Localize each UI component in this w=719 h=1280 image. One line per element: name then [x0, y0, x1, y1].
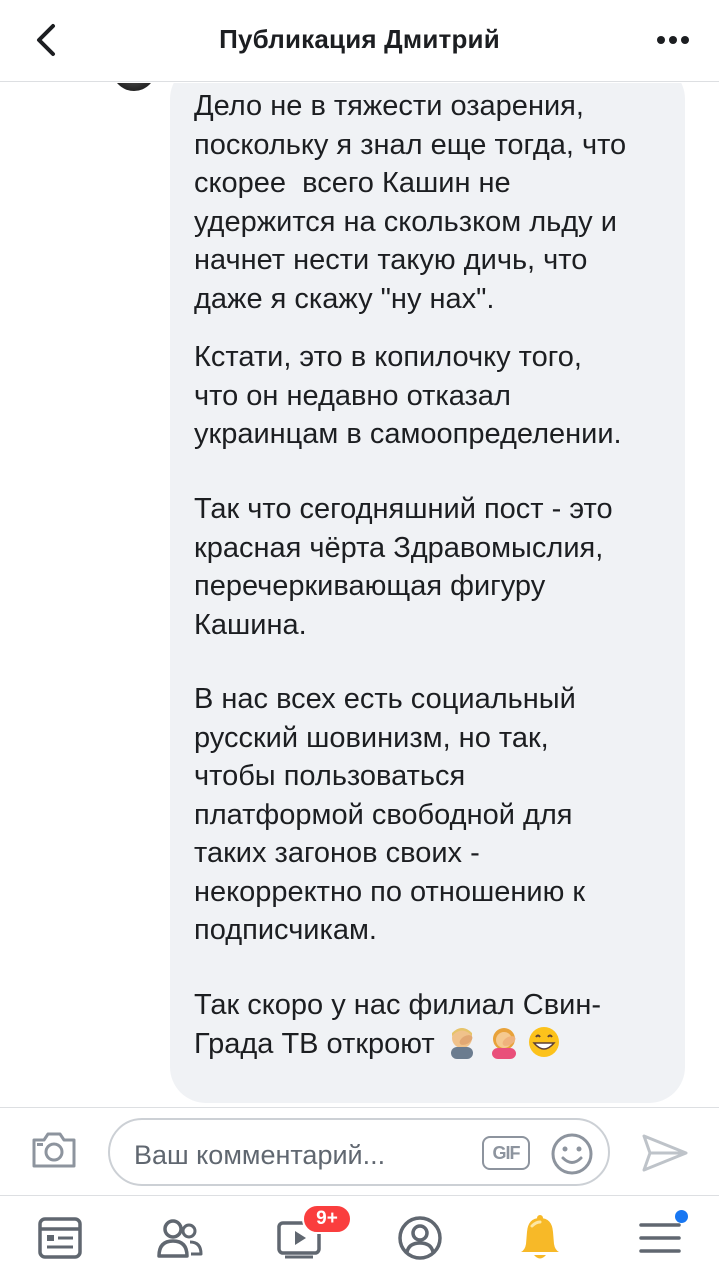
- tab-news-feed[interactable]: [32, 1210, 88, 1266]
- comment-bubble[interactable]: Дело не в тяжести озарения, поскольку я …: [170, 83, 685, 1103]
- comment-paragraph: Дело не в тяжести озарения, поскольку я …: [194, 90, 627, 315]
- watch-notification-badge: 9+: [302, 1204, 352, 1234]
- camera-button[interactable]: [30, 1130, 78, 1174]
- avatar[interactable]: [112, 83, 156, 91]
- feed-icon: [38, 1217, 82, 1259]
- tab-profile[interactable]: [392, 1210, 448, 1266]
- send-button[interactable]: [640, 1132, 690, 1174]
- page-title: Публикация Дмитрий: [219, 24, 500, 54]
- camera-icon: [32, 1132, 76, 1168]
- more-horizontal-icon: [657, 36, 689, 44]
- comment-thread: Дело не в тяжести озарения, поскольку я …: [0, 83, 719, 1107]
- top-navigation-bar: Публикация Дмитрий: [0, 0, 719, 82]
- comment-paragraph: В нас всех есть социальный русский шовин…: [194, 683, 586, 946]
- comment-last-paragraph: Так скоро у нас филиал Свин- Града ТВ от…: [194, 986, 674, 1063]
- menu-notification-dot: [675, 1210, 688, 1223]
- friends-icon: [157, 1219, 203, 1258]
- woman-facepalming-emoji: [485, 1025, 523, 1059]
- grinning-face-emoji: [525, 1025, 563, 1059]
- send-icon: [642, 1134, 688, 1172]
- comment-input[interactable]: Ваш комментарий... GIF: [108, 1118, 610, 1186]
- bottom-tab-bar: 9+: [0, 1195, 719, 1280]
- profile-icon: [398, 1216, 442, 1260]
- menu-icon: [639, 1223, 681, 1253]
- comment-composer: Ваш комментарий... GIF: [0, 1107, 719, 1195]
- more-options-button[interactable]: [651, 26, 695, 54]
- smiley-icon: [551, 1133, 593, 1175]
- bell-icon: [521, 1215, 559, 1259]
- comment-paragraph: Так что сегодняшний пост - это красная ч…: [194, 493, 613, 641]
- man-facepalming-emoji: [445, 1025, 483, 1059]
- tab-notifications[interactable]: [512, 1210, 568, 1266]
- sticker-button[interactable]: [550, 1132, 594, 1176]
- tab-friends[interactable]: [152, 1210, 208, 1266]
- gif-label: GIF: [492, 1142, 521, 1163]
- gif-button[interactable]: GIF: [482, 1136, 530, 1170]
- comment-placeholder: Ваш комментарий...: [134, 1140, 386, 1170]
- comment-paragraph: Кстати, это в копилочку того, что он нед…: [194, 341, 622, 450]
